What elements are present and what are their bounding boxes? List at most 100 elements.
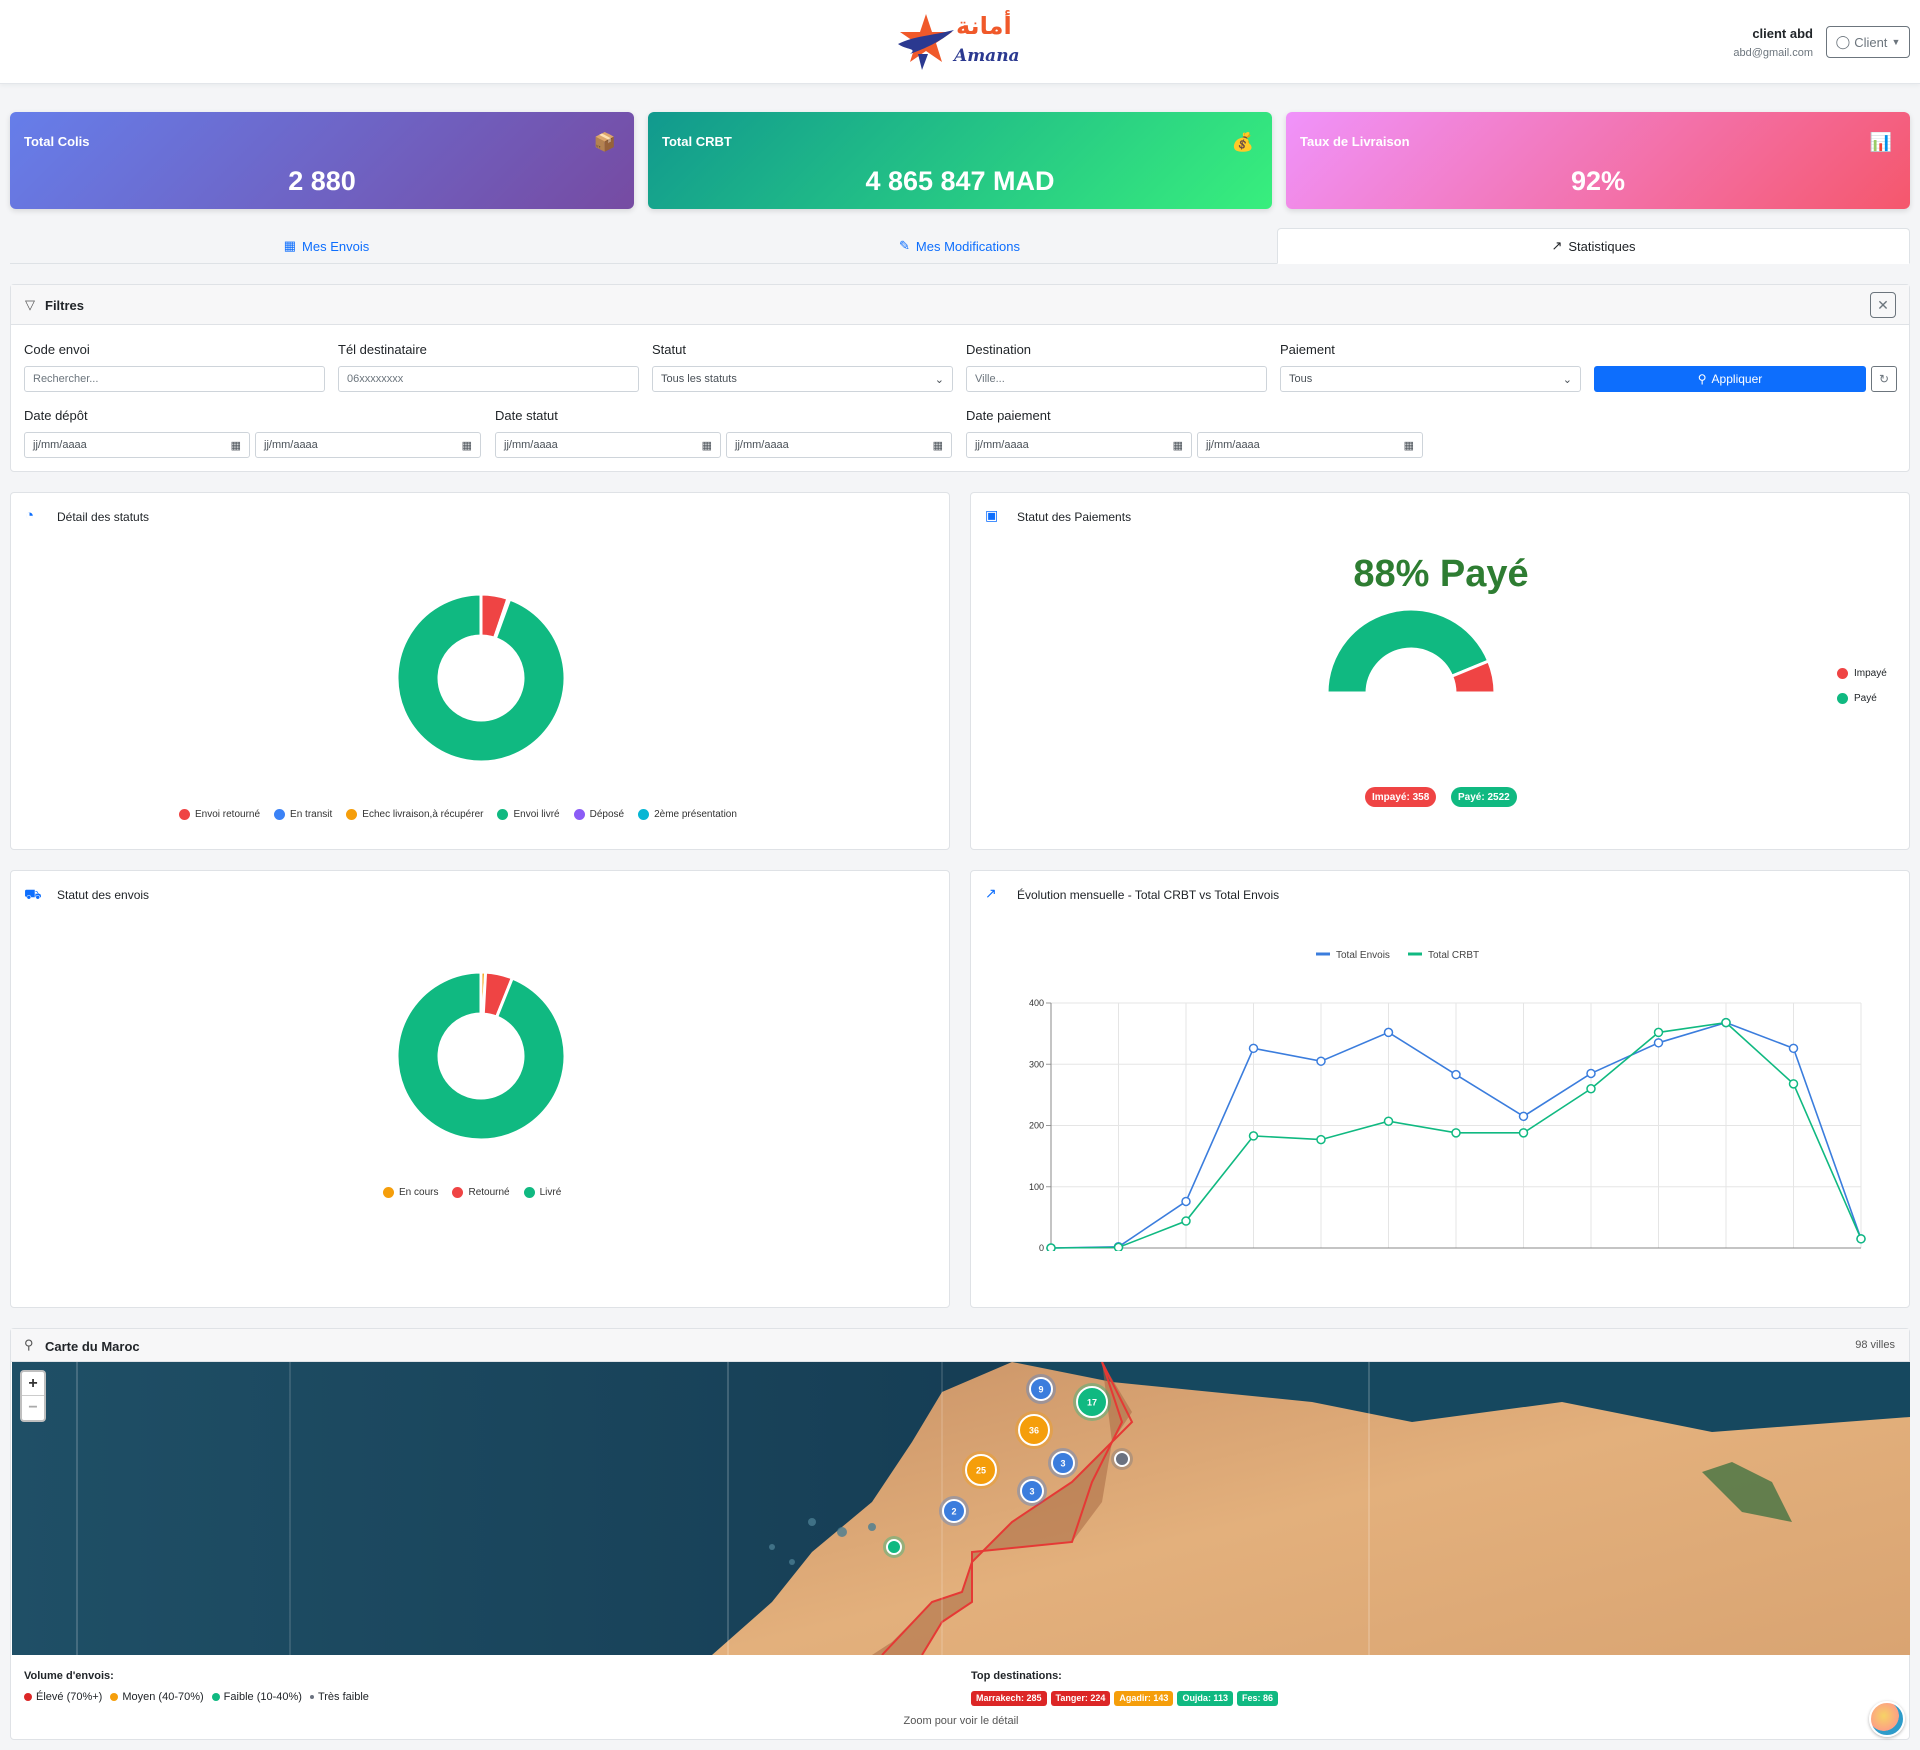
data-point-total-envois[interactable] xyxy=(1181,1196,1191,1207)
client-role-dropdown[interactable]: ◯ Client ▼ xyxy=(1826,26,1910,58)
truck-icon: ⛟ xyxy=(24,886,42,902)
date-statut-from[interactable]: jj/mm/aaaa ▦ xyxy=(495,432,721,458)
kpi-total-colis: Total Colis 2 880 📦 xyxy=(10,112,634,209)
legend-item-echec-livraison-a-recuperer[interactable]: Echec livraison,à récupérer xyxy=(346,809,483,820)
date-statut-label: Date statut xyxy=(495,408,558,423)
donut-slice-livre[interactable] xyxy=(395,970,567,1142)
money-bag-icon: 💰 xyxy=(1231,132,1254,152)
date-placeholder: jj/mm/aaaa xyxy=(1206,439,1260,451)
tel-input[interactable]: 06xxxxxxxx xyxy=(338,366,639,392)
apply-filters-button[interactable]: ⚲ Appliquer xyxy=(1594,366,1866,392)
statut-select[interactable]: Tous les statuts ⌄ xyxy=(652,366,953,392)
data-point-total-crbt[interactable] xyxy=(1721,1017,1731,1028)
legend-item-livre[interactable]: Livré xyxy=(523,1187,561,1198)
data-point-total-crbt[interactable] xyxy=(1856,1234,1866,1244)
morocco-map[interactable]: 9 17 36 25 3 3 2 + − xyxy=(12,1362,1910,1655)
amana-logo[interactable]: أمانة Amana xyxy=(896,10,1026,74)
shipments-legend: En cours Retourné Livré xyxy=(383,1187,561,1198)
user-name: client abd xyxy=(1752,26,1813,41)
y-tick-label: 100 xyxy=(1029,1182,1044,1192)
date-paiement-from[interactable]: jj/mm/aaaa ▦ xyxy=(966,432,1192,458)
tab-mes-envois[interactable]: ▦ Mes Envois xyxy=(10,228,643,264)
data-point-total-crbt[interactable] xyxy=(1181,1216,1191,1226)
data-point-total-envois[interactable] xyxy=(1248,1043,1259,1054)
volume-legend-item: Moyen (40-70%) xyxy=(110,1691,204,1703)
legend-swatch xyxy=(497,809,509,820)
legend-label-total-envois[interactable]: Total Envois xyxy=(1336,950,1390,961)
data-point-total-crbt[interactable] xyxy=(1788,1079,1799,1089)
date-placeholder: jj/mm/aaaa xyxy=(264,439,318,451)
y-tick-label: 0 xyxy=(1039,1243,1044,1251)
data-point-total-envois[interactable] xyxy=(1316,1056,1326,1066)
line-chart-icon: ↗ xyxy=(1551,238,1563,253)
data-point-total-envois[interactable] xyxy=(1383,1027,1394,1038)
data-point-total-crbt[interactable] xyxy=(1113,1242,1124,1251)
code-envoi-input[interactable]: Rechercher... xyxy=(24,366,325,392)
data-point-total-crbt[interactable] xyxy=(1518,1128,1529,1138)
legend-label-total-crbt[interactable]: Total CRBT xyxy=(1428,950,1479,961)
city-marker[interactable] xyxy=(1114,1451,1130,1467)
legend-label: Envoi livré xyxy=(513,809,560,820)
logo-text: Amana xyxy=(954,46,1020,66)
volume-legend-item: Élevé (70%+) xyxy=(24,1691,102,1703)
legend-item-paye[interactable]: Payé xyxy=(1837,693,1887,704)
kpi-label: Total CRBT xyxy=(662,134,732,149)
data-point-total-envois[interactable] xyxy=(1451,1069,1461,1080)
map-canvas[interactable]: 9 17 36 25 3 3 2 xyxy=(12,1362,1910,1655)
legend-item-envoi-retourne[interactable]: Envoi retourné xyxy=(179,809,260,820)
data-point-total-crbt[interactable] xyxy=(1586,1084,1596,1094)
donut-slice-envoi-livre[interactable] xyxy=(395,592,567,764)
chat-widget-avatar[interactable] xyxy=(1869,1701,1905,1737)
panel-title: Détail des statuts xyxy=(57,510,150,524)
destination-badge: Marrakech: 285 xyxy=(971,1691,1047,1706)
tel-label: Tél destinataire xyxy=(338,342,427,357)
legend-item-impaye[interactable]: Impayé xyxy=(1837,668,1887,679)
date-depot-to[interactable]: jj/mm/aaaa ▦ xyxy=(255,432,481,458)
legend-swatch xyxy=(383,1187,394,1198)
payments-gauge[interactable] xyxy=(1311,603,1511,703)
legend-item-en-cours[interactable]: En cours xyxy=(383,1187,438,1198)
legend-swatch xyxy=(346,809,358,820)
legend-item-2eme-presentation[interactable]: 2ème présentation xyxy=(638,809,737,820)
date-statut-to[interactable]: jj/mm/aaaa ▦ xyxy=(726,432,952,458)
package-icon: 📦 xyxy=(593,132,616,152)
data-point-total-crbt[interactable] xyxy=(1316,1134,1326,1145)
evolution-line-chart[interactable]: Total EnvoisTotal CRBT0100200300400juin … xyxy=(1011,931,1901,1251)
legend-item-retourne[interactable]: Retourné xyxy=(452,1187,510,1198)
statut-label: Statut xyxy=(652,342,686,357)
data-point-total-envois[interactable] xyxy=(1586,1068,1596,1079)
shipments-donut[interactable] xyxy=(381,956,581,1156)
legend-item-depose[interactable]: Déposé xyxy=(573,809,624,820)
evolution-panel: ↗ Évolution mensuelle - Total CRBT vs To… xyxy=(970,870,1910,1308)
status-detail-donut[interactable] xyxy=(381,578,581,778)
data-point-total-envois[interactable] xyxy=(1518,1111,1529,1122)
calendar-icon: ▦ xyxy=(230,439,241,452)
volume-legend: Élevé (70%+) Moyen (40-70%) Faible (10-40%… xyxy=(24,1691,369,1703)
data-point-total-envois[interactable] xyxy=(1788,1043,1799,1054)
status-detail-panel: ◔ Détail des statuts Envoi retourné En tr… xyxy=(10,492,950,850)
data-point-total-crbt[interactable] xyxy=(1653,1027,1664,1038)
date-paiement-to[interactable]: jj/mm/aaaa ▦ xyxy=(1197,432,1423,458)
paiement-select[interactable]: Tous ⌄ xyxy=(1280,366,1581,392)
panel-title: Statut des envois xyxy=(57,888,150,902)
data-point-total-crbt[interactable] xyxy=(1383,1116,1394,1126)
destination-input[interactable]: Ville... xyxy=(966,366,1267,392)
data-point-total-crbt[interactable] xyxy=(1046,1243,1056,1251)
tab-statistiques[interactable]: ↗ Statistiques xyxy=(1277,228,1910,264)
legend-item-envoi-livre[interactable]: Envoi livré xyxy=(497,809,560,820)
city-marker[interactable] xyxy=(886,1539,902,1555)
data-point-total-crbt[interactable] xyxy=(1451,1128,1461,1138)
date-depot-from[interactable]: jj/mm/aaaa ▦ xyxy=(24,432,250,458)
zoom-in-button[interactable]: + xyxy=(22,1372,44,1396)
chevron-down-icon: ⌄ xyxy=(1562,373,1572,386)
legend-swatch xyxy=(179,809,190,820)
y-tick-label: 300 xyxy=(1029,1059,1044,1069)
destination-badge: Fes: 86 xyxy=(1236,1691,1278,1706)
reset-filters-button[interactable]: ↻ xyxy=(1871,366,1897,392)
legend-item-en-transit[interactable]: En transit xyxy=(274,809,332,820)
close-filters-button[interactable]: ✕ xyxy=(1870,292,1896,318)
tab-mes-modifications[interactable]: ✎ Mes Modifications xyxy=(643,228,1276,264)
zoom-out-button[interactable]: − xyxy=(22,1396,44,1420)
data-point-total-crbt[interactable] xyxy=(1248,1131,1259,1141)
data-point-total-envois[interactable] xyxy=(1653,1038,1664,1048)
